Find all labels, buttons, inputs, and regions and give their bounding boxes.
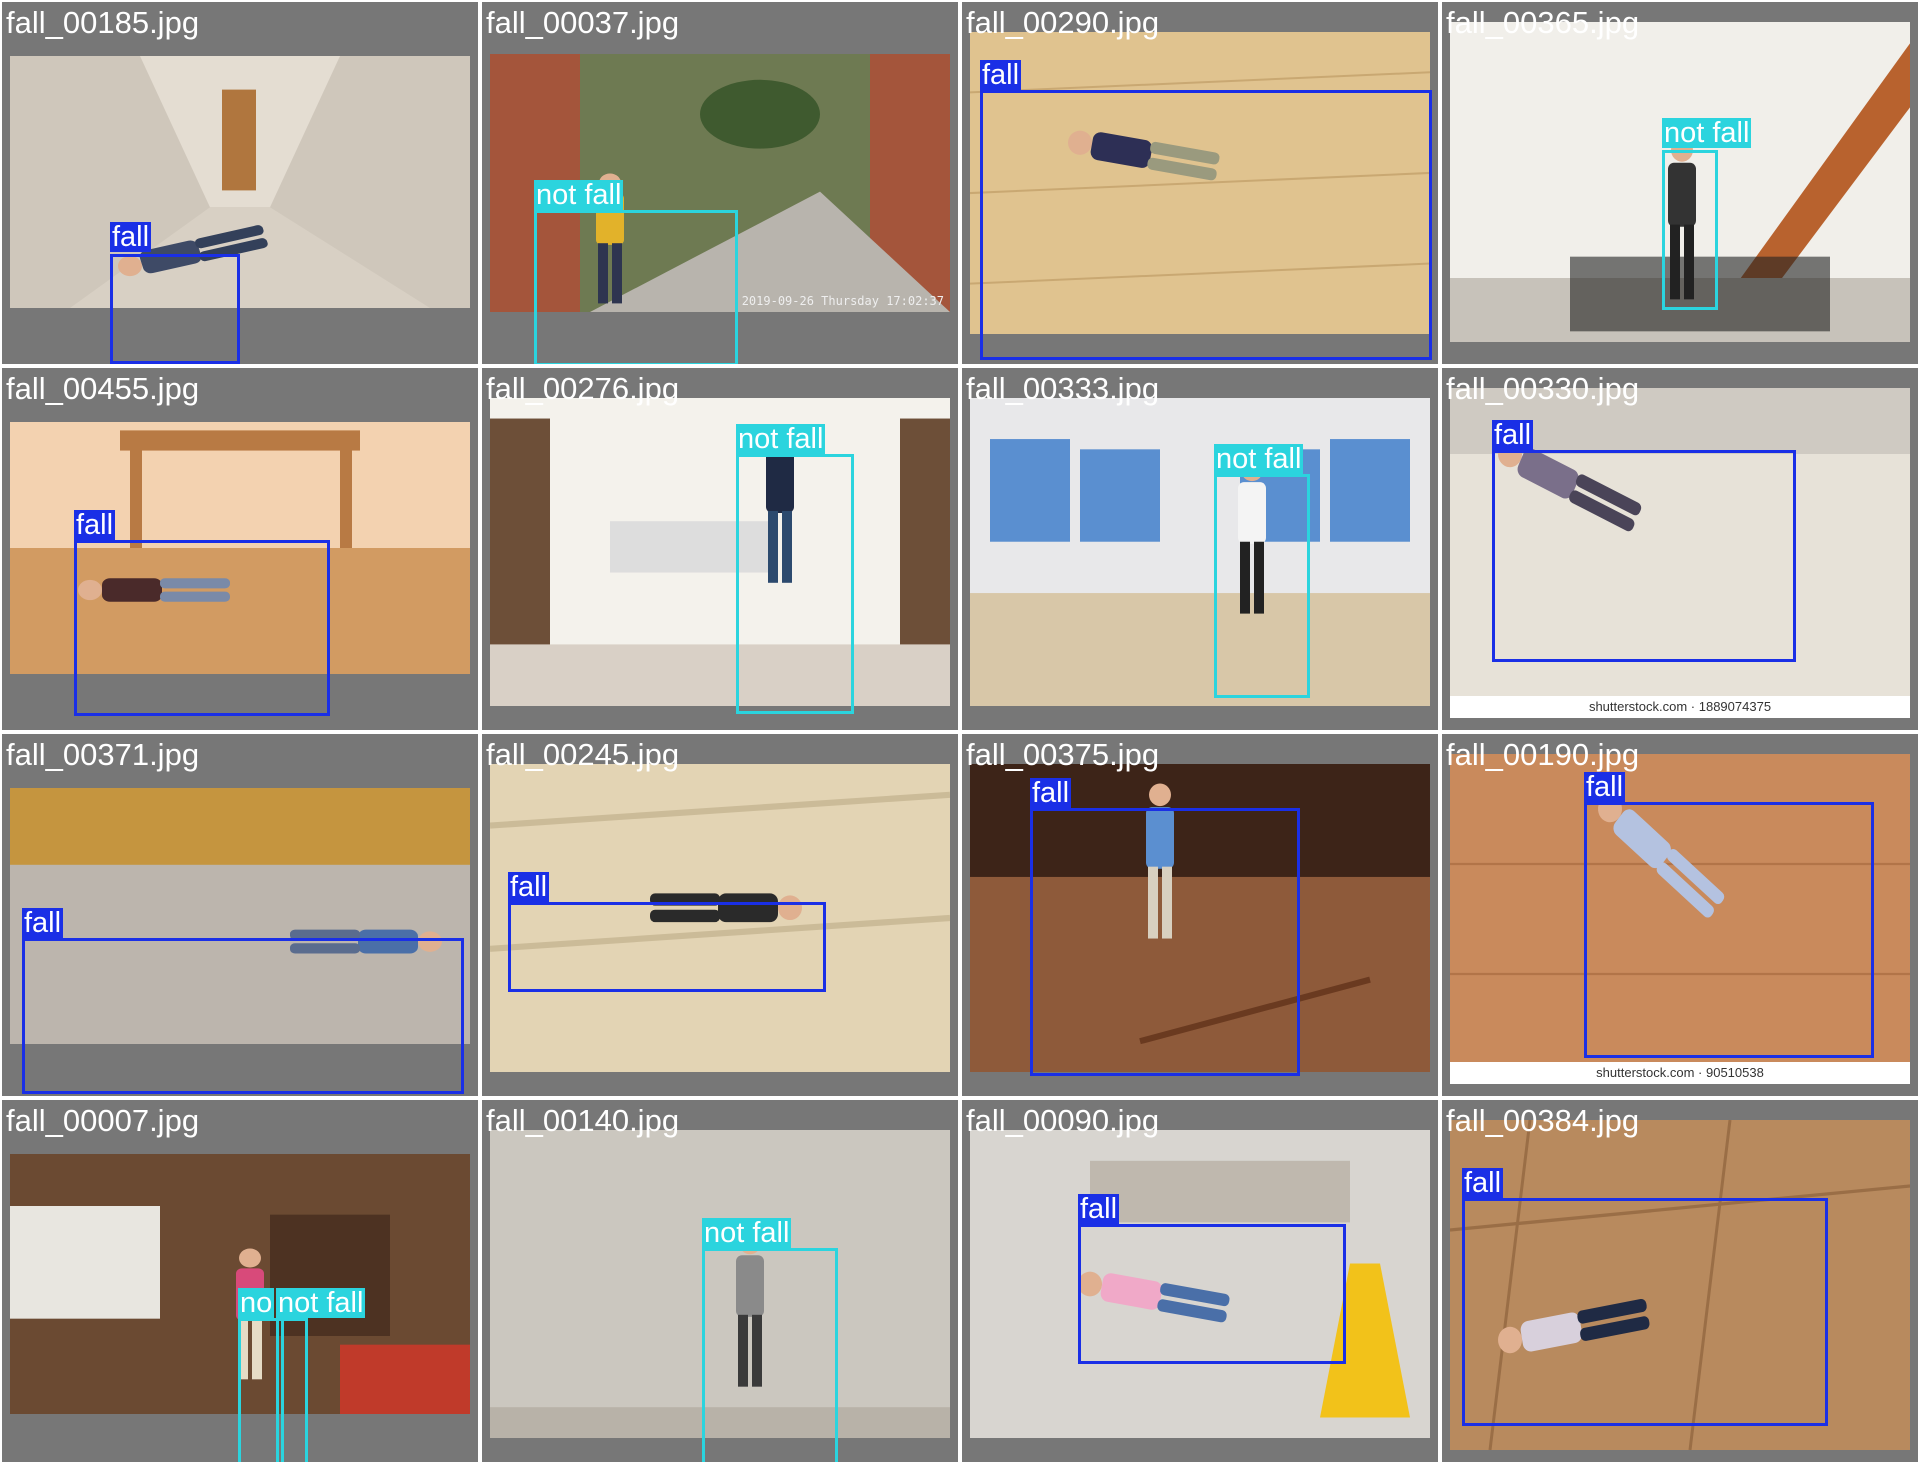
image-tile: fall fall_00185.jpg [2,2,478,364]
not-fall-label: no [238,1287,275,1319]
fall-bounding-box [22,938,464,1094]
image-tile: fall fall_00384.jpg [1442,1100,1918,1462]
fall-label: fall [1462,1167,1504,1199]
watermark-text: shutterstock.com · 90510538 [1450,1062,1910,1084]
watermark-text: shutterstock.com · 1889074375 [1450,696,1910,718]
tile-filename: fall_00276.jpg [486,371,680,406]
image-tile: not fall fall_00333.jpg [962,368,1438,730]
tile-photo [10,56,470,308]
fall-bounding-box [508,902,826,992]
fall-label: fall [1584,771,1626,803]
not-fall-label: not fall [276,1287,366,1319]
image-tile: fall fall_00375.jpg [962,734,1438,1096]
fall-label: fall [508,871,550,903]
fall-label: fall [74,509,116,541]
tile-filename: fall_00333.jpg [966,371,1160,406]
tile-filename: fall_00330.jpg [1446,371,1640,406]
not-fall-bounding-box [736,454,854,714]
tile-filename: fall_00384.jpg [1446,1103,1640,1138]
fall-label: fall [1030,777,1072,809]
fall-bounding-box [1078,1224,1346,1364]
not-fall-bounding-box [1662,150,1718,310]
image-tile: no not fall fall_00007.jpg [2,1100,478,1462]
not-fall-label: not fall [1662,117,1752,149]
not-fall-bounding-box [702,1248,838,1462]
not-fall-bounding-box [534,210,738,364]
tile-photo [490,398,950,706]
image-tile: fall fall_00245.jpg [482,734,958,1096]
image-tile: fall fall_00371.jpg [2,734,478,1096]
image-tile: not fall fall_00140.jpg [482,1100,958,1462]
fall-label: fall [22,907,64,939]
tile-filename: fall_00190.jpg [1446,737,1640,772]
image-tile: not fall fall_00365.jpg [1442,2,1918,364]
fall-bounding-box [74,540,330,716]
tile-filename: fall_00090.jpg [966,1103,1160,1138]
fall-label: fall [1078,1193,1120,1225]
not-fall-bounding-box [276,1318,308,1462]
not-fall-label: not fall [736,423,826,455]
tile-filename: fall_00371.jpg [6,737,200,772]
not-fall-label: not fall [534,179,624,211]
tile-filename: fall_00455.jpg [6,371,200,406]
image-tile: shutterstock.com · 1889074375 fall fall_00… [1442,368,1918,730]
image-tile: not fall fall_00276.jpg [482,368,958,730]
fall-bounding-box [1492,450,1796,662]
tile-filename: fall_00037.jpg [486,5,680,40]
fall-bounding-box [1462,1198,1828,1426]
image-tile: fall fall_00455.jpg [2,368,478,730]
image-tile: shutterstock.com · 90510538 fall fall_0019… [1442,734,1918,1096]
fall-bounding-box [110,254,240,364]
tile-filename: fall_00245.jpg [486,737,680,772]
fall-label: fall [1492,419,1534,451]
not-fall-label: not fall [1214,443,1304,475]
tile-filename: fall_00375.jpg [966,737,1160,772]
tile-filename: fall_00140.jpg [486,1103,680,1138]
fall-bounding-box [980,90,1432,360]
tile-filename: fall_00007.jpg [6,1103,200,1138]
image-tile: fall fall_00290.jpg [962,2,1438,364]
tile-filename: fall_00185.jpg [6,5,200,40]
fall-label: fall [110,221,152,253]
fall-bounding-box [1030,808,1300,1076]
not-fall-bounding-box [1214,474,1310,698]
tile-photo [970,398,1430,706]
not-fall-label: not fall [702,1217,792,1249]
fall-label: fall [980,59,1022,91]
mosaic-grid: fall fall_00185.jpg 2019-09-26 Thursday 1… [0,0,1920,1464]
fall-bounding-box [1584,802,1874,1058]
image-tile: fall fall_00090.jpg [962,1100,1438,1462]
image-tile: 2019-09-26 Thursday 17:02:37 not fall fall… [482,2,958,364]
tile-filename: fall_00290.jpg [966,5,1160,40]
camera-timestamp: 2019-09-26 Thursday 17:02:37 [741,294,944,308]
tile-filename: fall_00365.jpg [1446,5,1640,40]
